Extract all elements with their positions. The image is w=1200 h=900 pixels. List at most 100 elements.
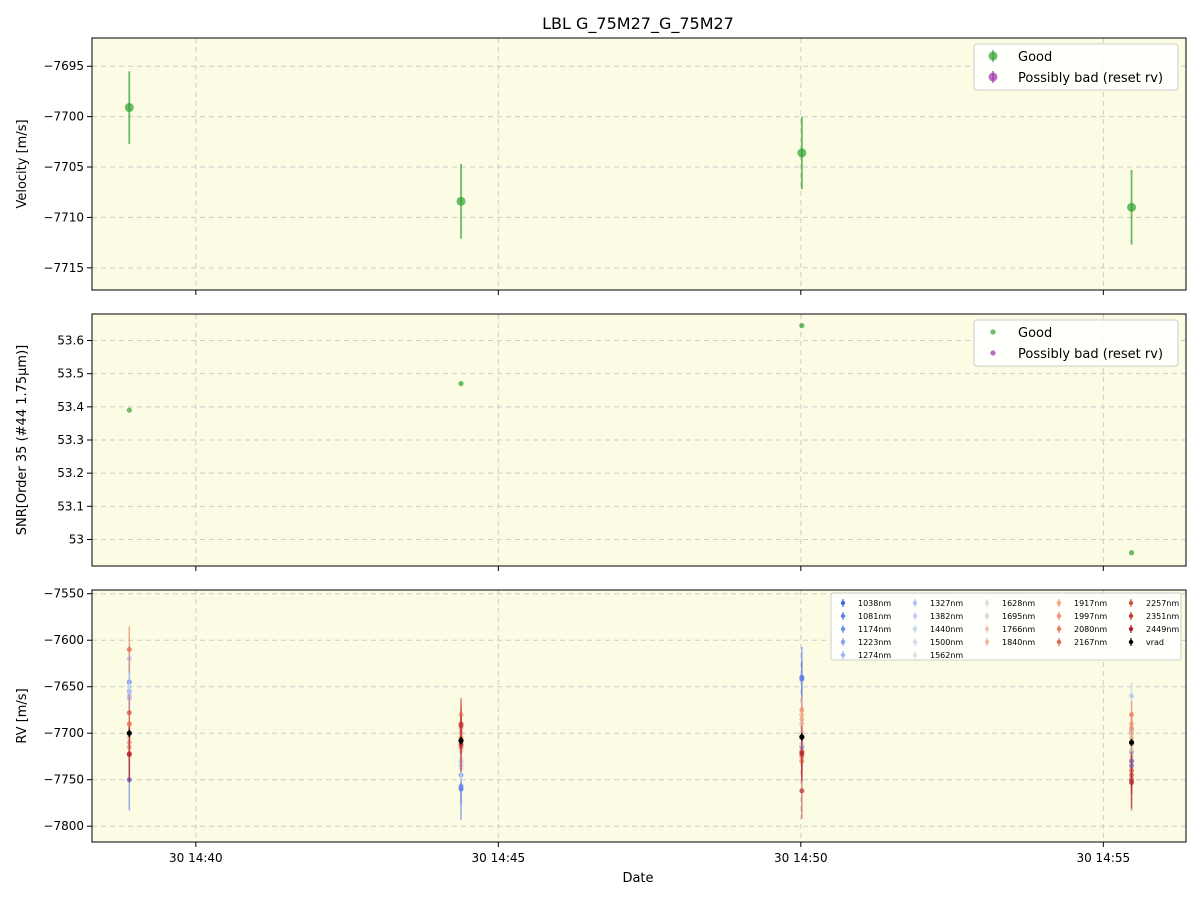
panels: −7695 −7700 −7705 −7710 −7715 Velocity [m/s] G… <box>15 37 1187 865</box>
figure: LBL G_75M27_G_75M27 Date −7695 −7700 −7705… <box>15 14 1187 886</box>
legend-label: 1628nm <box>1002 599 1035 608</box>
legend-marker <box>840 639 846 645</box>
y-tick-label: −7700 <box>43 110 84 124</box>
data-point <box>126 647 132 653</box>
legend-label: 1223nm <box>858 638 891 647</box>
legend-marker <box>840 600 846 606</box>
data-point <box>126 710 132 716</box>
data-point <box>799 707 805 713</box>
legend-marker <box>1056 613 1062 619</box>
data-point <box>126 407 132 413</box>
legend-label: 1840nm <box>1002 638 1035 647</box>
y-tick-label: −7700 <box>43 726 84 740</box>
legend-label: 1174nm <box>858 625 891 634</box>
legend-label: 1695nm <box>1002 612 1035 621</box>
data-point <box>1128 739 1135 746</box>
data-point <box>799 751 805 757</box>
legend-marker <box>912 639 918 645</box>
data-point <box>458 738 464 744</box>
data-point <box>797 148 807 158</box>
x-tick-label: 30 14:40 <box>169 851 223 865</box>
legend-label: 1382nm <box>930 612 963 621</box>
x-tick-label: 30 14:50 <box>774 851 828 865</box>
legend-marker <box>1128 639 1134 645</box>
y-tick-label: −7695 <box>43 59 84 73</box>
data-point <box>458 381 464 387</box>
y-tick-label: −7550 <box>43 587 84 601</box>
x-axis-label: Date <box>622 871 653 886</box>
legend-marker <box>840 626 846 632</box>
legend-marker <box>912 626 918 632</box>
legend-marker <box>1128 613 1134 619</box>
y-tick-label: −7715 <box>43 261 84 275</box>
data-point <box>1127 202 1137 212</box>
legend-label: 2257nm <box>1146 599 1179 608</box>
y-tick-label: −7705 <box>43 160 84 174</box>
legend-marker <box>1128 600 1134 606</box>
legend-label: 1081nm <box>858 612 891 621</box>
legend-label: 2167nm <box>1074 638 1107 647</box>
y-tick-label: −7800 <box>43 819 84 833</box>
chart-panel-1: −7695 −7700 −7705 −7710 −7715 Velocity [m/s] G… <box>15 37 1187 295</box>
chart-panel-3: 30 14:40 30 14:45 30 14:50 30 14:55 −7550 −76… <box>15 587 1187 865</box>
data-point <box>124 103 134 113</box>
legend-marker <box>1056 600 1062 606</box>
y-tick-label: −7710 <box>43 210 84 224</box>
legend-label: 1997nm <box>1074 612 1107 621</box>
legend-label: 1274nm <box>858 651 891 660</box>
data-point <box>1129 712 1135 718</box>
legend-marker <box>990 350 996 356</box>
data-point <box>799 788 805 794</box>
legend-label: 1327nm <box>930 599 963 608</box>
legend-label: 1917nm <box>1074 599 1107 608</box>
legend-label: 1766nm <box>1002 625 1035 634</box>
data-point <box>799 676 805 682</box>
legend: Good Possibly bad (reset rv) <box>973 43 1179 91</box>
legend-label: 1038nm <box>858 599 891 608</box>
y-tick-label: 53.1 <box>57 499 84 513</box>
data-point <box>126 730 132 736</box>
legend-label: 1440nm <box>930 625 963 634</box>
legend-marker <box>912 613 918 619</box>
legend-marker <box>984 613 990 619</box>
legend-marker <box>990 329 996 335</box>
legend-marker <box>912 600 918 606</box>
legend-label: vrad <box>1146 638 1164 647</box>
y-axis-label: SNR[Order 35 (#44 1.75μm)] <box>15 345 30 536</box>
legend-label: 2449nm <box>1146 625 1179 634</box>
figure-title: LBL G_75M27_G_75M27 <box>542 14 734 34</box>
y-tick-label: −7600 <box>43 633 84 647</box>
legend-marker <box>1056 639 1062 645</box>
data-point <box>799 734 805 740</box>
y-tick-label: 53 <box>69 532 84 546</box>
legend-marker <box>988 51 998 61</box>
legend-marker <box>988 72 998 82</box>
y-tick-label: 53.5 <box>57 367 84 381</box>
y-axis-label: RV [m/s] <box>15 688 30 743</box>
data-point <box>799 323 805 329</box>
y-tick-label: 53.2 <box>57 466 84 480</box>
legend-label: 1562nm <box>930 651 963 660</box>
legend-marker <box>1056 626 1062 632</box>
data-point <box>1128 550 1135 556</box>
data-point <box>1129 779 1135 785</box>
y-tick-label: −7750 <box>43 773 84 787</box>
legend-marker <box>840 652 846 658</box>
y-tick-label: 53.4 <box>57 400 84 414</box>
legend-label: Good <box>1018 326 1052 341</box>
legend-marker <box>840 613 846 619</box>
data-point <box>1129 693 1135 699</box>
legend-marker <box>912 652 918 658</box>
legend-label: 1500nm <box>930 638 963 647</box>
data-point <box>126 752 132 758</box>
data-point <box>456 196 466 206</box>
legend-marker <box>1128 626 1134 632</box>
legend: Good Possibly bad (reset rv) <box>973 319 1179 367</box>
legend-label: Possibly bad (reset rv) <box>1018 347 1163 362</box>
legend-label: 2080nm <box>1074 625 1107 634</box>
legend-label: Good <box>1018 50 1052 65</box>
x-tick-label: 30 14:55 <box>1076 851 1130 865</box>
legend-marker <box>984 600 990 606</box>
y-axis-label: Velocity [m/s] <box>15 119 30 208</box>
chart-panel-2: 53 53.1 53.2 53.3 53.4 53.5 53.6 SNR[Order 35 (… <box>15 313 1187 571</box>
